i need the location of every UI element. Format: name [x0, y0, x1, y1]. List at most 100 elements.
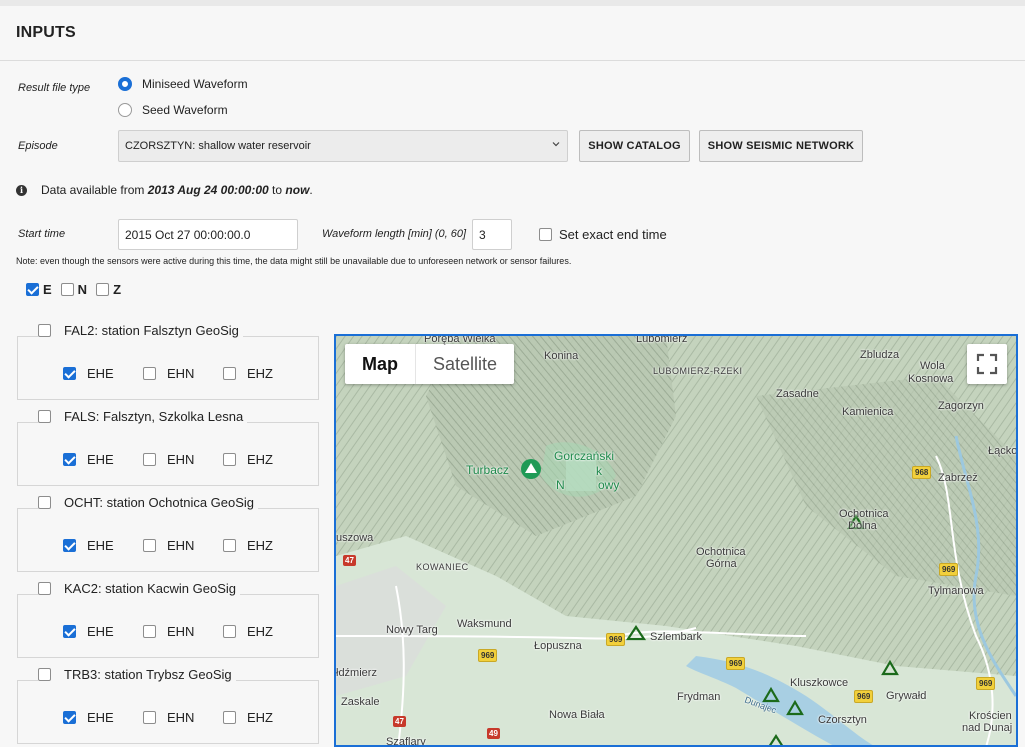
map-place-label: Turbacz — [466, 463, 509, 477]
waveform-length-input[interactable]: 3 — [472, 219, 512, 250]
station-group: FAL2: station Falsztyn GeoSig EHE EHN EH… — [17, 323, 319, 400]
station-header[interactable]: FAL2: station Falsztyn GeoSig — [38, 323, 243, 338]
radio-button[interactable] — [118, 77, 132, 91]
station-header[interactable]: FALS: Falsztyn, Szkolka Lesna — [38, 409, 248, 424]
channel-ehz[interactable]: EHZ — [223, 710, 303, 725]
map-place-label: Ochotnica — [839, 508, 889, 520]
component-n-checkbox[interactable] — [60, 283, 74, 296]
station-checkbox[interactable] — [38, 324, 51, 337]
channel-checkbox[interactable] — [143, 453, 156, 466]
map-place-label: Kamienica — [842, 406, 894, 418]
channel-checkbox[interactable] — [63, 453, 76, 466]
data-availability-info: i Data available from 2013 Aug 24 00:00:… — [16, 183, 313, 197]
station-group: TRB3: station Trybsz GeoSig EHE EHN EHZ — [17, 667, 319, 744]
map-place-label: Zasadne — [776, 388, 819, 400]
component-n-label: N — [77, 282, 88, 297]
map-place-label: Grywałd — [886, 690, 927, 702]
channel-ehn[interactable]: EHN — [143, 538, 223, 553]
map-place-label: łdźmierz — [336, 667, 377, 679]
channel-label: EHE — [87, 452, 114, 467]
chevron-down-icon — [552, 142, 560, 147]
channel-checkbox[interactable] — [223, 539, 236, 552]
map-place-label: N — [556, 478, 565, 492]
component-filter: E N Z — [26, 282, 130, 297]
map-place-label: Gorczański — [554, 449, 615, 463]
map-place-label: Górna — [706, 558, 737, 570]
road-shield: 49 — [487, 728, 500, 739]
station-checkbox[interactable] — [38, 582, 51, 595]
station-checkbox[interactable] — [38, 410, 51, 423]
channel-list: EHE EHN EHZ — [63, 538, 303, 553]
channel-ehz[interactable]: EHZ — [223, 538, 303, 553]
channel-checkbox[interactable] — [63, 367, 76, 380]
map-place-label: Wola — [920, 360, 945, 372]
availability-note: Note: even though the sensors were activ… — [16, 256, 572, 266]
station-checkbox[interactable] — [38, 668, 51, 681]
channel-checkbox[interactable] — [223, 367, 236, 380]
channel-checkbox[interactable] — [143, 367, 156, 380]
map-place-label: k — [596, 464, 602, 478]
map-place-label: Waksmund — [457, 618, 512, 630]
map-place-label: Czorsztyn — [818, 714, 867, 726]
station-checkbox[interactable] — [38, 496, 51, 509]
channel-ehz[interactable]: EHZ — [223, 452, 303, 467]
map-place-label: Zabrzeż — [938, 472, 978, 484]
channel-checkbox[interactable] — [143, 711, 156, 724]
component-e-label: E — [43, 282, 52, 297]
radio-miniseed[interactable]: Miniseed Waveform — [118, 77, 248, 91]
map-place-label: Frydman — [677, 691, 721, 703]
map-type-satellite-button[interactable]: Satellite — [415, 344, 514, 384]
channel-label: EHN — [167, 710, 195, 725]
channel-label: EHZ — [247, 624, 273, 639]
channel-checkbox[interactable] — [143, 625, 156, 638]
component-n[interactable]: N — [60, 282, 88, 297]
channel-checkbox[interactable] — [63, 711, 76, 724]
show-seismic-network-button[interactable]: SHOW SEISMIC NETWORK — [699, 130, 863, 162]
fullscreen-button[interactable] — [967, 344, 1007, 384]
road-shield: 969 — [726, 657, 746, 670]
exact-end-time-checkbox[interactable] — [539, 228, 552, 241]
map-place-label: Łopuszna — [534, 640, 582, 652]
component-z-checkbox[interactable] — [96, 283, 110, 296]
exact-end-time-toggle[interactable]: Set exact end time — [539, 227, 667, 242]
channel-checkbox[interactable] — [63, 539, 76, 552]
start-time-label: Start time — [18, 228, 66, 240]
show-catalog-button[interactable]: SHOW CATALOG — [579, 130, 690, 162]
channel-ehe[interactable]: EHE — [63, 624, 143, 639]
start-time-input[interactable]: 2015 Oct 27 00:00:00.0 — [118, 219, 298, 250]
channel-ehe[interactable]: EHE — [63, 366, 143, 381]
map-type-map-button[interactable]: Map — [345, 344, 415, 384]
channel-ehe[interactable]: EHE — [63, 452, 143, 467]
section-title: INPUTS — [16, 24, 76, 41]
channel-ehe[interactable]: EHE — [63, 710, 143, 725]
channel-ehz[interactable]: EHZ — [223, 624, 303, 639]
road-shield: 969 — [606, 633, 626, 646]
channel-ehn[interactable]: EHN — [143, 710, 223, 725]
component-e-checkbox[interactable] — [26, 283, 39, 296]
channel-checkbox[interactable] — [143, 539, 156, 552]
channel-ehe[interactable]: EHE — [63, 538, 143, 553]
component-e[interactable]: E — [26, 282, 52, 297]
channel-checkbox[interactable] — [223, 625, 236, 638]
map-place-label: LUBOMIERZ-RZEKI — [653, 366, 743, 376]
channel-ehz[interactable]: EHZ — [223, 366, 303, 381]
radio-seed[interactable]: Seed Waveform — [118, 103, 228, 117]
component-z[interactable]: Z — [96, 282, 121, 297]
channel-checkbox[interactable] — [223, 711, 236, 724]
channel-list: EHE EHN EHZ — [63, 452, 303, 467]
channel-label: EHN — [167, 366, 195, 381]
channel-ehn[interactable]: EHN — [143, 624, 223, 639]
station-header[interactable]: KAC2: station Kacwin GeoSig — [38, 581, 240, 596]
station-header[interactable]: TRB3: station Trybsz GeoSig — [38, 667, 236, 682]
channel-checkbox[interactable] — [63, 625, 76, 638]
channel-checkbox[interactable] — [223, 453, 236, 466]
info-icon: i — [16, 184, 27, 196]
channel-ehn[interactable]: EHN — [143, 452, 223, 467]
episode-selected-value: CZORSZTYN: shallow water reservoir — [125, 140, 311, 152]
channel-ehn[interactable]: EHN — [143, 366, 223, 381]
station-header[interactable]: OCHT: station Ochotnica GeoSig — [38, 495, 259, 510]
station-map[interactable]: Map Satellite Poręba Wielka Konina Lubom… — [334, 334, 1018, 747]
episode-select[interactable]: CZORSZTYN: shallow water reservoir — [118, 130, 568, 162]
station-label: FALS: Falsztyn, Szkolka Lesna — [64, 409, 244, 424]
radio-button[interactable] — [118, 103, 132, 117]
